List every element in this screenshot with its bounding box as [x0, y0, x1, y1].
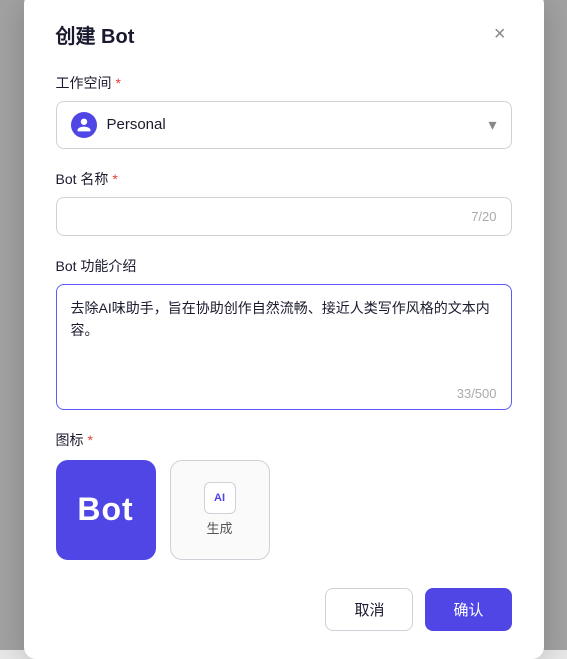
chevron-down-icon: ▾: [488, 115, 496, 135]
modal-footer: 取消 确认: [56, 588, 512, 631]
bot-name-input[interactable]: [71, 208, 472, 225]
bot-name-field-group: Bot 名称 * 7/20: [56, 169, 512, 236]
workspace-select[interactable]: Personal ▾: [56, 101, 512, 149]
modal-title: 创建 Bot: [56, 20, 135, 49]
overlay: 创建 Bot × 工作空间 * Personal ▾: [0, 0, 567, 650]
bot-name-label: Bot 名称 *: [56, 169, 512, 189]
bot-name-char-count: 7/20: [471, 209, 496, 224]
modal-dialog: 创建 Bot × 工作空间 * Personal ▾: [24, 0, 544, 659]
workspace-field-group: 工作空间 * Personal ▾: [56, 73, 512, 149]
bot-intro-textarea[interactable]: 去除AI味助手，旨在协助创作自然流畅、接近人类写作风格的文本内容。: [71, 297, 497, 377]
modal-header: 创建 Bot ×: [56, 20, 512, 49]
generate-label: 生成: [206, 518, 232, 537]
icon-section: 图标 * Bot AI 生成: [56, 430, 512, 560]
bot-intro-textarea-wrapper: 去除AI味助手，旨在协助创作自然流畅、接近人类写作风格的文本内容。 33/500: [56, 284, 512, 410]
bot-intro-char-count: 33/500: [71, 386, 497, 401]
generate-icon-button[interactable]: AI 生成: [170, 460, 270, 560]
bot-name-input-wrapper: 7/20: [56, 197, 512, 236]
workspace-icon: [71, 112, 97, 138]
bot-icon-selected[interactable]: Bot: [56, 460, 156, 560]
cancel-button[interactable]: 取消: [325, 588, 413, 631]
icon-label: 图标 *: [56, 430, 512, 450]
icon-required: *: [88, 432, 93, 448]
bot-name-required: *: [112, 171, 117, 187]
confirm-button[interactable]: 确认: [425, 588, 511, 631]
close-button[interactable]: ×: [488, 22, 512, 46]
workspace-required: *: [116, 75, 121, 91]
icon-options: Bot AI 生成: [56, 460, 512, 560]
workspace-value: Personal: [107, 116, 166, 133]
ai-badge: AI: [204, 482, 236, 514]
bot-intro-label: Bot 功能介绍: [56, 256, 512, 276]
workspace-label: 工作空间 *: [56, 73, 512, 93]
bot-intro-field-group: Bot 功能介绍 去除AI味助手，旨在协助创作自然流畅、接近人类写作风格的文本内…: [56, 256, 512, 410]
person-icon: [76, 117, 92, 133]
